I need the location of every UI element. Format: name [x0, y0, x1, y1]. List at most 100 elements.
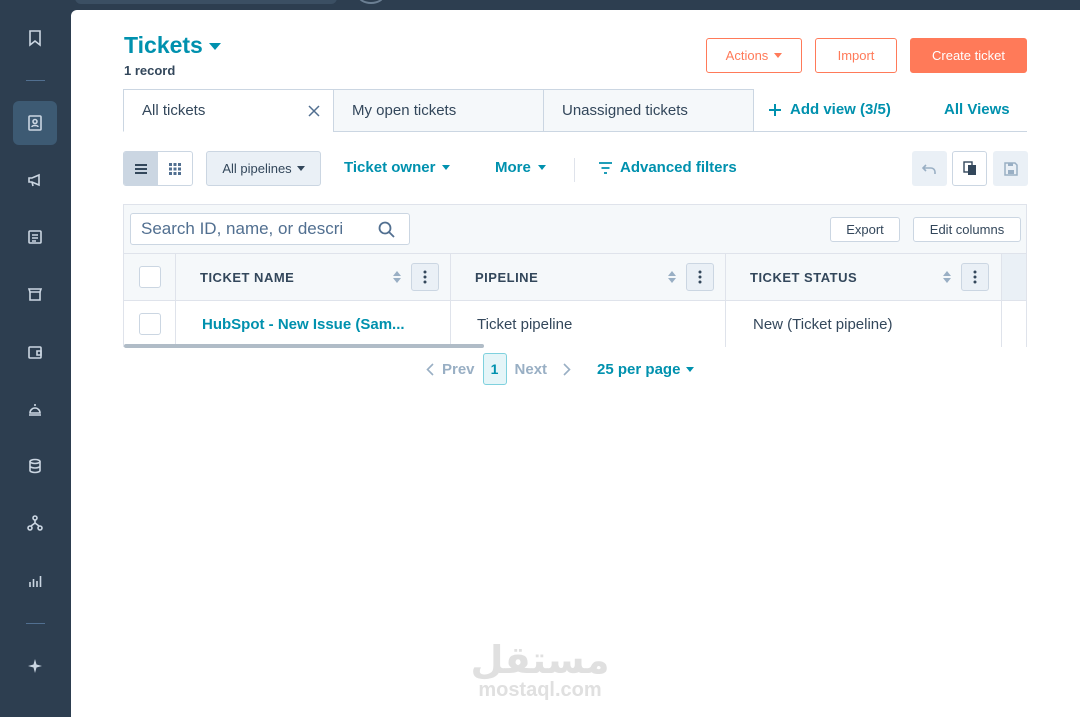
column-header-pipeline[interactable]: PIPELINE: [451, 254, 726, 300]
record-count: 1 record: [124, 63, 176, 78]
duplicate-view-button[interactable]: [952, 151, 987, 186]
ticket-name-cell: HubSpot - New Issue (Sam...: [176, 301, 451, 347]
import-button[interactable]: Import: [815, 38, 897, 73]
next-page-button[interactable]: Next: [515, 361, 572, 378]
watermark-arabic: مستقل: [470, 638, 610, 682]
contacts-icon[interactable]: [13, 101, 57, 145]
tab-label: Unassigned tickets: [562, 102, 688, 119]
chevron-down-icon: [537, 165, 546, 170]
ticket-owner-label: Ticket owner: [344, 159, 436, 176]
chevron-right-icon: [563, 362, 571, 376]
search-input[interactable]: [141, 219, 366, 239]
commerce-icon[interactable]: [13, 272, 57, 316]
watermark-latin: mostaql.com: [478, 679, 602, 701]
save-icon: [1003, 161, 1018, 176]
filter-icon: [599, 161, 612, 174]
tab-label: All tickets: [142, 102, 206, 119]
more-filters-dropdown[interactable]: More: [495, 159, 546, 176]
create-ticket-button[interactable]: Create ticket: [910, 38, 1027, 73]
marketing-megaphone-icon[interactable]: [13, 158, 57, 202]
sort-icon[interactable]: [943, 271, 951, 283]
chevron-down-icon: [208, 43, 221, 50]
all-views-link[interactable]: All Views: [944, 101, 1010, 118]
tab-my-open-tickets[interactable]: My open tickets: [333, 89, 544, 132]
add-view-button[interactable]: Add view (3/5): [768, 101, 891, 118]
sales-wallet-icon[interactable]: [13, 330, 57, 374]
help-icon[interactable]: [358, 0, 384, 4]
content-icon[interactable]: [13, 215, 57, 259]
table-header: TICKET NAME PIPELINE TICKET STATUS: [124, 253, 1026, 301]
board-view-button[interactable]: [158, 152, 192, 185]
column-header-label: TICKET NAME: [200, 269, 295, 285]
column-header-label: TICKET STATUS: [750, 269, 858, 285]
more-vertical-icon: [698, 270, 702, 284]
horizontal-scrollbar[interactable]: [124, 344, 484, 348]
per-page-label: 25 per page: [597, 360, 681, 378]
pipelines-label: All pipelines: [222, 161, 292, 176]
actions-button-label: Actions: [725, 48, 769, 63]
export-button[interactable]: Export: [830, 217, 900, 242]
row-checkbox[interactable]: [138, 313, 161, 335]
table-row: HubSpot - New Issue (Sam... Ticket pipel…: [124, 301, 1026, 347]
column-menu-button[interactable]: [411, 263, 439, 291]
close-icon[interactable]: [307, 104, 321, 118]
column-header-ticket-name[interactable]: TICKET NAME: [176, 254, 451, 300]
pipeline-cell: Ticket pipeline: [451, 301, 726, 347]
page-header: Tickets 1 record: [124, 32, 221, 78]
tab-unassigned-tickets[interactable]: Unassigned tickets: [543, 89, 754, 132]
actions-button[interactable]: Actions: [706, 38, 802, 73]
advanced-filters-button[interactable]: Advanced filters: [598, 159, 737, 176]
search-icon[interactable]: [378, 221, 395, 238]
add-view-label: Add view (3/5): [790, 101, 891, 118]
row-select-cell: [124, 301, 176, 347]
list-view-button[interactable]: [124, 152, 158, 185]
view-toggle: [123, 151, 193, 186]
more-label: More: [495, 159, 531, 176]
sort-icon[interactable]: [393, 271, 401, 283]
global-search-bar[interactable]: [75, 0, 337, 4]
column-menu-button[interactable]: [961, 263, 989, 291]
pipelines-select[interactable]: All pipelines: [206, 151, 321, 186]
tab-label: My open tickets: [352, 102, 457, 119]
main-content: Tickets 1 record Actions Import Create t…: [71, 10, 1080, 717]
save-view-button[interactable]: [993, 151, 1028, 186]
all-views-label: All Views: [944, 101, 1010, 118]
ticket-status-value: New (Ticket pipeline): [753, 315, 893, 333]
table-search: [130, 213, 410, 245]
ticket-owner-filter[interactable]: Ticket owner: [344, 159, 451, 176]
undo-button[interactable]: [912, 151, 947, 186]
prev-page-button[interactable]: Prev: [426, 361, 475, 378]
select-all-checkbox[interactable]: [138, 266, 161, 288]
chevron-down-icon: [686, 366, 695, 372]
per-page-dropdown[interactable]: 25 per page: [597, 360, 695, 378]
toolbar-divider: [574, 158, 575, 182]
sidebar-divider: [26, 623, 45, 624]
more-vertical-icon: [973, 270, 977, 284]
chevron-down-icon: [296, 166, 305, 171]
chevron-down-icon: [442, 165, 451, 170]
bookmark-icon[interactable]: [13, 16, 57, 60]
service-bell-icon[interactable]: [13, 387, 57, 431]
sidebar: [0, 0, 71, 717]
column-header-ticket-status[interactable]: TICKET STATUS: [726, 254, 1002, 300]
chevron-down-icon: [774, 53, 783, 58]
column-menu-button[interactable]: [686, 263, 714, 291]
create-ticket-button-label: Create ticket: [932, 48, 1005, 63]
reporting-bar-chart-icon[interactable]: [13, 559, 57, 603]
select-all-cell: [124, 254, 176, 300]
automation-icon[interactable]: [13, 501, 57, 545]
ai-sparkle-icon[interactable]: [13, 644, 57, 688]
copy-icon: [962, 161, 976, 175]
database-icon[interactable]: [13, 444, 57, 488]
list-icon: [135, 163, 147, 174]
sort-icon[interactable]: [668, 271, 676, 283]
current-page-button[interactable]: 1: [482, 353, 507, 385]
sidebar-divider: [26, 80, 45, 81]
tab-all-tickets[interactable]: All tickets: [123, 89, 334, 132]
export-label: Export: [846, 222, 884, 237]
page-title-dropdown[interactable]: Tickets: [124, 32, 221, 59]
ticket-name-link[interactable]: HubSpot - New Issue (Sam...: [202, 316, 405, 333]
undo-icon: [922, 163, 936, 174]
chevron-left-icon: [426, 362, 434, 376]
edit-columns-button[interactable]: Edit columns: [913, 217, 1021, 242]
